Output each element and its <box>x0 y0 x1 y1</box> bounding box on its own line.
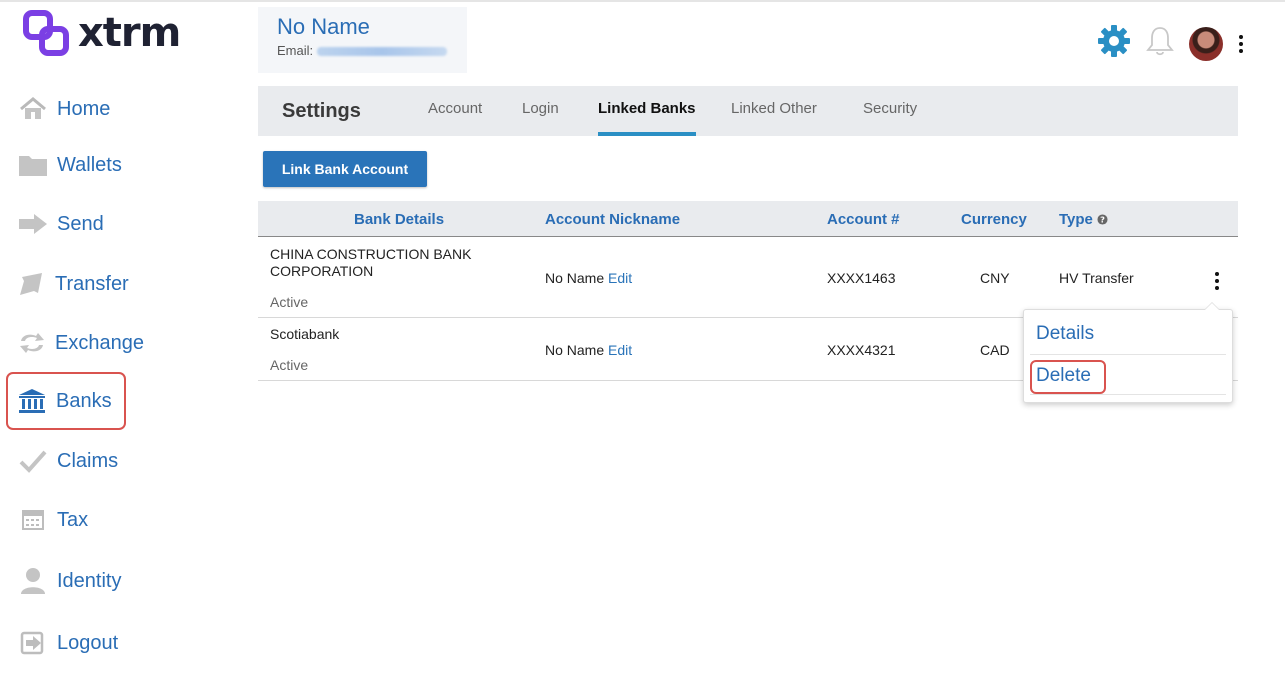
menu-divider <box>1030 394 1226 395</box>
arrow-right-icon <box>18 211 48 237</box>
exchange-icon <box>18 330 46 356</box>
sidebar-item-banks[interactable]: Banks <box>6 372 126 430</box>
sidebar-item-label: Identity <box>57 569 122 592</box>
sidebar-item-label: Banks <box>56 389 112 412</box>
table-row: CHINA CONSTRUCTION BANK CORPORATION Acti… <box>258 238 1238 318</box>
bank-icon <box>17 388 47 414</box>
settings-tabbar: Settings Account Login Linked Banks Link… <box>258 86 1238 136</box>
tab-linked-banks[interactable]: Linked Banks <box>598 100 696 136</box>
edit-nickname-link[interactable]: Edit <box>608 270 632 286</box>
sidebar-item-label: Logout <box>57 631 119 654</box>
sidebar-item-tax[interactable]: Tax <box>6 491 126 549</box>
account-nickname: No Name Edit <box>545 270 632 286</box>
folder-icon <box>18 152 48 178</box>
column-header-account-nickname[interactable]: Account Nickname <box>545 211 680 228</box>
bank-name-line: CHINA CONSTRUCTION BANK <box>270 246 472 262</box>
sidebar-item-label: Exchange <box>55 331 144 354</box>
nickname-value: No Name <box>545 270 605 286</box>
sidebar-item-wallets[interactable]: Wallets <box>6 136 126 194</box>
sidebar-item-label: Home <box>57 97 111 120</box>
sidebar-item-label: Tax <box>57 508 89 531</box>
sidebar-item-label: Claims <box>57 449 119 472</box>
page-title: Settings <box>282 100 361 122</box>
account-nickname: No Name Edit <box>545 342 632 358</box>
help-icon: ? <box>1097 214 1108 225</box>
app-logo[interactable]: xtrm <box>22 10 181 56</box>
svg-text:?: ? <box>1100 214 1105 224</box>
user-info: No Name Email: <box>258 7 467 73</box>
account-number: XXXX1463 <box>827 270 896 286</box>
account-number: XXXX4321 <box>827 342 896 358</box>
sidebar-item-exchange[interactable]: Exchange <box>6 314 144 372</box>
sidebar-item-claims[interactable]: Claims <box>6 432 126 490</box>
avatar[interactable] <box>1189 26 1223 61</box>
more-options-icon[interactable] <box>1237 31 1245 57</box>
bank-status: Active <box>270 294 309 310</box>
top-toolbar <box>1083 24 1245 63</box>
row-actions-icon[interactable] <box>1213 268 1221 294</box>
transfer-icon <box>18 271 46 297</box>
tab-account[interactable]: Account <box>428 100 482 136</box>
sidebar-item-label: Wallets <box>57 153 122 176</box>
gear-icon[interactable] <box>1097 24 1131 63</box>
nickname-value: No Name <box>545 342 605 358</box>
bank-name: CHINA CONSTRUCTION BANK CORPORATION <box>270 246 471 280</box>
person-icon <box>18 568 48 594</box>
tab-login[interactable]: Login <box>522 100 559 136</box>
table-header: Bank Details Account Nickname Account # … <box>258 201 1238 237</box>
checkmark-icon <box>18 448 48 474</box>
email-label: Email: <box>277 43 314 58</box>
account-type: HV Transfer <box>1059 270 1134 286</box>
bank-status: Active <box>270 357 309 373</box>
logout-icon <box>18 630 48 656</box>
column-header-currency[interactable]: Currency <box>961 211 1027 228</box>
sidebar-item-logout[interactable]: Logout <box>6 614 126 672</box>
calculator-icon <box>18 507 48 533</box>
menu-item-delete[interactable]: Delete <box>1030 360 1106 394</box>
redacted-email <box>316 47 447 57</box>
user-name: No Name <box>277 14 370 39</box>
link-bank-account-button[interactable]: Link Bank Account <box>263 151 427 187</box>
currency: CAD <box>980 342 1010 358</box>
sidebar-item-home[interactable]: Home <box>6 80 126 138</box>
column-header-bank-details[interactable]: Bank Details <box>354 211 444 228</box>
menu-item-details[interactable]: Details <box>1030 323 1226 355</box>
bank-name: Scotiabank <box>270 326 340 342</box>
bank-name-line: CORPORATION <box>270 263 374 279</box>
xtrm-logo-icon <box>23 10 69 56</box>
user-email: Email: <box>277 43 467 58</box>
currency: CNY <box>980 270 1010 286</box>
bell-icon[interactable] <box>1145 25 1175 62</box>
sidebar-item-label: Send <box>57 212 104 235</box>
tab-security[interactable]: Security <box>863 100 917 136</box>
sidebar-item-transfer[interactable]: Transfer <box>6 255 129 313</box>
logo-text: xtrm <box>78 10 181 56</box>
column-header-type[interactable]: Type ? <box>1059 211 1108 228</box>
row-actions-menu: Details Delete <box>1023 302 1233 403</box>
home-icon <box>18 96 48 122</box>
sidebar-item-identity[interactable]: Identity <box>6 552 126 610</box>
edit-nickname-link[interactable]: Edit <box>608 342 632 358</box>
column-header-account-number[interactable]: Account # <box>827 211 900 228</box>
sidebar-item-send[interactable]: Send <box>6 195 126 253</box>
type-header-label: Type <box>1059 211 1093 228</box>
tab-linked-other[interactable]: Linked Other <box>731 100 817 136</box>
sidebar-item-label: Transfer <box>55 272 129 295</box>
